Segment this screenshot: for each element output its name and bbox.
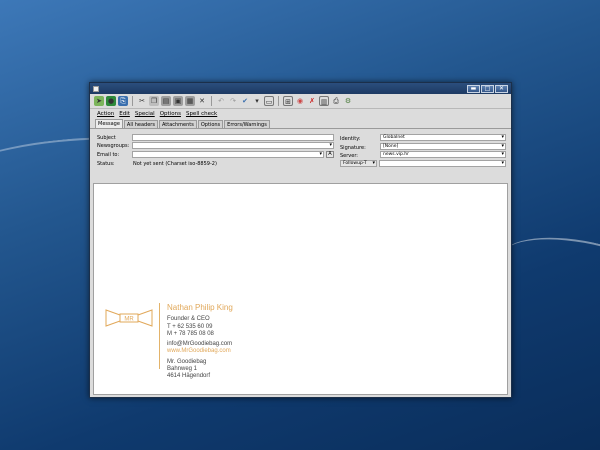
attach-icon[interactable]: ⎘ bbox=[118, 96, 128, 106]
undo-icon[interactable]: ↶ bbox=[216, 96, 226, 106]
insert-table-icon[interactable]: ⊞ bbox=[283, 96, 293, 106]
identity-label: Identity: bbox=[340, 136, 361, 142]
server-label: Server: bbox=[340, 153, 358, 159]
address-button[interactable]: A bbox=[326, 151, 334, 158]
signature-company: Mr. Goodiebag bbox=[167, 359, 207, 365]
signature-phone-m: M + 78 785 08 08 bbox=[167, 331, 214, 337]
menu-options[interactable]: Options bbox=[160, 111, 181, 117]
status-label: Status: bbox=[97, 161, 115, 167]
chevron-down-icon[interactable]: ▾ bbox=[329, 143, 332, 148]
insert-file-icon[interactable]: ▭ bbox=[264, 96, 274, 106]
server-select[interactable]: news.vip.hr ▾ bbox=[380, 151, 506, 158]
encrypt-icon[interactable]: ◉ bbox=[295, 96, 305, 106]
toolbar-separator bbox=[132, 96, 133, 106]
logo-text: MR bbox=[124, 317, 134, 323]
signature-website: www.MrGoodiebag.com bbox=[167, 348, 231, 354]
select-icon[interactable]: ▦ bbox=[185, 96, 195, 106]
signature-email: info@MrGoodiebag.com bbox=[167, 341, 233, 347]
chevron-down-icon[interactable]: ▾ bbox=[319, 152, 322, 157]
emailto-label: Email to: bbox=[97, 152, 120, 158]
clear-icon[interactable]: ▣ bbox=[173, 96, 183, 106]
menu-edit[interactable]: Edit bbox=[119, 111, 130, 117]
send-later-icon[interactable]: ● bbox=[106, 96, 116, 106]
message-body[interactable] bbox=[93, 183, 508, 395]
send-icon[interactable]: ➤ bbox=[94, 96, 104, 106]
minimize-button[interactable]: ▬ bbox=[467, 84, 480, 93]
status-value: Not yet sent (Charset iso-8859-2) bbox=[133, 161, 217, 167]
signature-street: Bahnweg 1 bbox=[167, 366, 198, 372]
copy-icon[interactable]: ❐ bbox=[149, 96, 159, 106]
signature-city: 4614 Hägendorf bbox=[167, 373, 211, 379]
print-icon[interactable]: ⎙ bbox=[331, 96, 341, 106]
followup-value: Followup-T bbox=[343, 161, 367, 166]
chevron-down-icon[interactable]: ▾ bbox=[501, 135, 504, 140]
tab-options[interactable]: Options bbox=[197, 120, 224, 128]
server-value: news.vip.hr bbox=[383, 152, 409, 157]
toolbar-separator bbox=[211, 96, 212, 106]
delete-icon[interactable]: ✕ bbox=[197, 96, 207, 106]
paste-icon[interactable]: ▤ bbox=[161, 96, 171, 106]
menu-special[interactable]: Special bbox=[135, 111, 155, 117]
signature-value: [None] bbox=[383, 144, 399, 149]
tab-bar: Message All headers Attachments Options … bbox=[90, 119, 511, 129]
signature-divider bbox=[159, 303, 160, 369]
app-icon bbox=[93, 85, 99, 92]
toolbar: ➤ ● ⎘ ✂ ❐ ▤ ▣ ▦ ✕ ↶ ↷ ✔ ▾ ▭ ⊞ ◉ ✗ ▥ ⎙ ⚙ bbox=[90, 94, 511, 109]
redo-icon[interactable]: ↷ bbox=[228, 96, 238, 106]
emailto-input[interactable]: ▾ bbox=[132, 151, 324, 158]
identity-select[interactable]: Globalnet ▾ bbox=[380, 134, 506, 141]
identity-value: Globalnet bbox=[383, 135, 405, 140]
tab-errors-warnings[interactable]: Errors/Warnings bbox=[224, 120, 270, 128]
tab-message[interactable]: Message bbox=[95, 119, 123, 128]
close-button[interactable]: ✕ bbox=[495, 84, 508, 93]
sign-icon[interactable]: ✗ bbox=[307, 96, 317, 106]
toolbar-separator bbox=[278, 96, 279, 106]
subject-input[interactable] bbox=[132, 134, 334, 141]
menu-bar: Action Edit Special Options Spell check bbox=[90, 109, 511, 119]
followup-select[interactable]: Followup-T ▾ bbox=[340, 160, 377, 167]
header-form: Subject Newsgroups: ▾ Email to: ▾ A Stat… bbox=[90, 129, 511, 171]
cut-icon[interactable]: ✂ bbox=[137, 96, 147, 106]
dropdown-icon[interactable]: ▾ bbox=[252, 96, 262, 106]
chevron-down-icon[interactable]: ▾ bbox=[501, 152, 504, 157]
tab-all-headers[interactable]: All headers bbox=[123, 120, 158, 128]
title-bar[interactable]: ▬ □ ✕ bbox=[90, 83, 511, 94]
maximize-button[interactable]: □ bbox=[481, 84, 494, 93]
bowtie-logo-icon: MR bbox=[105, 309, 153, 327]
newsgroups-label: Newsgroups: bbox=[97, 143, 130, 149]
window-controls: ▬ □ ✕ bbox=[467, 84, 508, 93]
signature-name: Nathan Philip King bbox=[167, 303, 233, 312]
followup-input[interactable]: ▾ bbox=[379, 160, 506, 167]
address-book-icon[interactable]: ▥ bbox=[319, 96, 329, 106]
signature-select[interactable]: [None] ▾ bbox=[380, 143, 506, 150]
menu-spellcheck[interactable]: Spell check bbox=[186, 111, 217, 117]
menu-action[interactable]: Action bbox=[97, 111, 114, 117]
chevron-down-icon[interactable]: ▾ bbox=[501, 161, 504, 166]
tab-attachments[interactable]: Attachments bbox=[158, 120, 197, 128]
signature-label: Signature: bbox=[340, 145, 366, 151]
spellcheck-icon[interactable]: ✔ bbox=[240, 96, 250, 106]
compose-window: ▬ □ ✕ ➤ ● ⎘ ✂ ❐ ▤ ▣ ▦ ✕ ↶ ↷ ✔ ▾ ▭ ⊞ ◉ ✗ … bbox=[89, 82, 512, 398]
signature-title: Founder & CEO bbox=[167, 316, 210, 322]
subject-label: Subject bbox=[97, 135, 116, 141]
chevron-down-icon[interactable]: ▾ bbox=[501, 144, 504, 149]
security-icon[interactable]: ⚙ bbox=[343, 96, 353, 106]
chevron-down-icon[interactable]: ▾ bbox=[372, 161, 375, 166]
signature-phone-t: T + 62 535 60 09 bbox=[167, 324, 213, 330]
newsgroups-input[interactable]: ▾ bbox=[132, 142, 334, 149]
